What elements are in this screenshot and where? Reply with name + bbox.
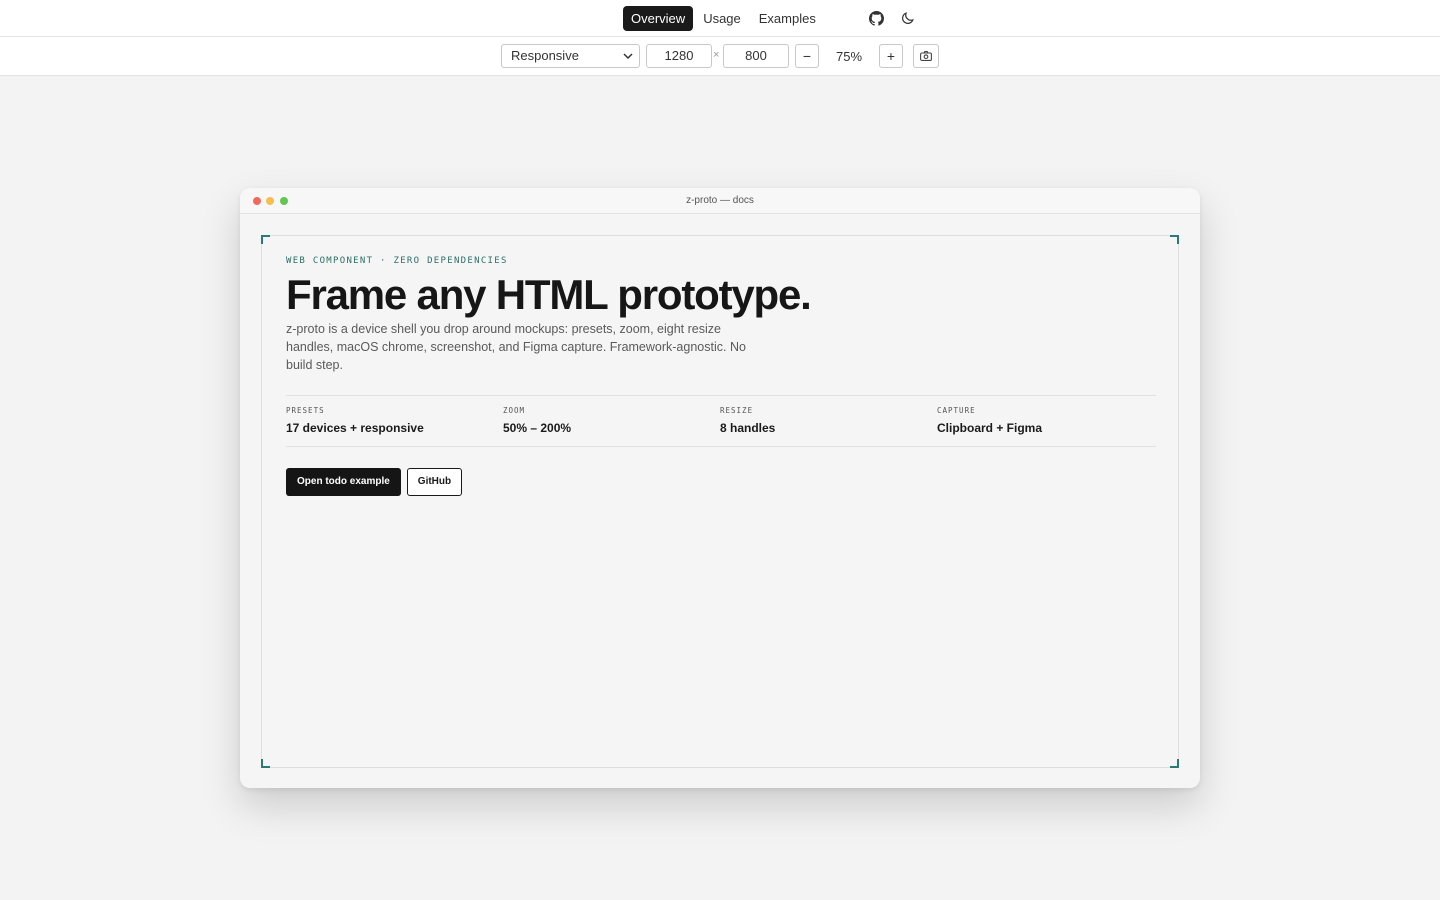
device-window: z-proto — docs WEB COMPONENT · ZERO DEPE…: [240, 188, 1200, 788]
stat-capture: CAPTURE Clipboard + Figma: [937, 406, 1042, 435]
zoom-level: 75%: [835, 49, 863, 64]
github-button[interactable]: GitHub: [406, 468, 463, 496]
device-select-value: Responsive: [511, 48, 579, 63]
nav-tabs: Overview Usage Examples: [623, 5, 824, 31]
stat-presets: PRESETS 17 devices + responsive: [286, 406, 424, 435]
resize-handle-bottom-right[interactable]: [1170, 759, 1179, 768]
stat-key: ZOOM: [503, 406, 526, 415]
top-nav: Overview Usage Examples: [0, 0, 1440, 37]
screenshot-button[interactable]: [913, 44, 939, 68]
page-title: Frame any HTML prototype.: [286, 271, 812, 318]
stat-zoom: ZOOM 50% – 200%: [503, 406, 571, 435]
dimension-separator: ×: [713, 49, 720, 61]
device-select[interactable]: Responsive: [501, 44, 640, 68]
nav-icons: [866, 8, 918, 28]
camera-icon: [920, 48, 932, 64]
open-todo-example-button[interactable]: Open todo example: [286, 468, 401, 496]
resize-handle-bottom-left[interactable]: [261, 759, 270, 768]
tab-usage[interactable]: Usage: [695, 6, 749, 31]
stat-value: 17 devices + responsive: [286, 421, 424, 435]
moon-icon[interactable]: [898, 8, 918, 28]
stat-value: Clipboard + Figma: [937, 421, 1043, 435]
stat-value: 8 handles: [720, 421, 776, 435]
stat-key: PRESETS: [286, 406, 325, 415]
lede: z-proto is a device shell you drop aroun…: [286, 322, 746, 372]
zoom-in-button[interactable]: +: [879, 44, 903, 68]
eyebrow: WEB COMPONENT · ZERO DEPENDENCIES: [286, 256, 508, 266]
chevron-down-icon: [621, 48, 635, 70]
hero: WEB COMPONENT · ZERO DEPENDENCIES Frame …: [286, 256, 1156, 496]
zoom-out-button[interactable]: −: [795, 44, 819, 68]
tab-examples[interactable]: Examples: [751, 6, 824, 31]
stat-key: CAPTURE: [937, 406, 976, 415]
window-title: z-proto — docs: [686, 195, 754, 206]
cta-row: Open todo example GitHub: [286, 468, 1156, 496]
height-input[interactable]: 800: [723, 44, 789, 68]
stat-key: RESIZE: [720, 406, 754, 415]
stat-resize: RESIZE 8 handles: [720, 406, 775, 435]
resize-handle-top-right[interactable]: [1170, 235, 1179, 244]
width-input[interactable]: 1280: [646, 44, 712, 68]
stat-value: 50% – 200%: [503, 421, 572, 435]
device-toolbar: Responsive 1280 × 800 − 75% +: [0, 37, 1440, 76]
resize-handle-top-left[interactable]: [261, 235, 270, 244]
tab-overview[interactable]: Overview: [623, 5, 694, 31]
stats-row: PRESETS 17 devices + responsive ZOOM 50%…: [286, 395, 1156, 447]
window-titlebar: z-proto — docs: [240, 188, 1200, 214]
github-icon[interactable]: [866, 8, 886, 28]
